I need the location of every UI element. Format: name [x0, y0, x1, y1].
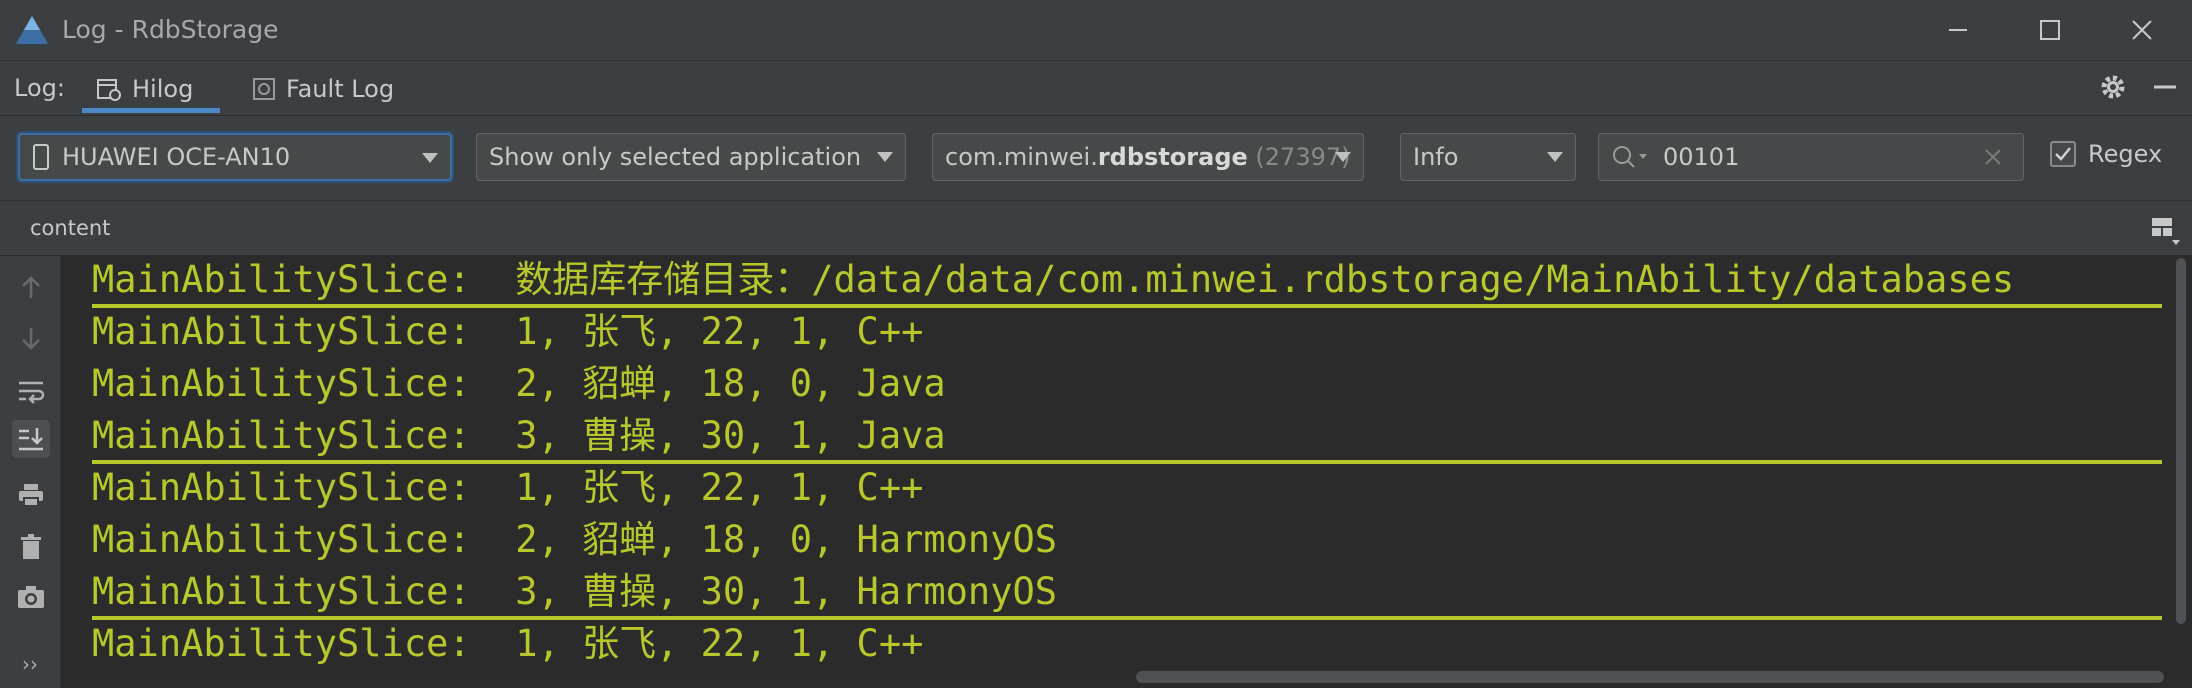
search-input[interactable]: 00101 [1598, 133, 2024, 181]
log-level-selector[interactable]: Info [1400, 133, 1576, 181]
camera-icon [18, 586, 44, 608]
horizontal-scroll-thumb[interactable] [1136, 671, 2164, 683]
log-line: MainAbilitySlice: 1, 张飞, 22, 1, C++ [92, 466, 924, 509]
scroll-to-end-icon [19, 428, 43, 451]
regex-label: Regex [2088, 140, 2163, 168]
log-separator [92, 616, 2162, 620]
more-tools-icon[interactable]: ›› [22, 652, 38, 676]
arrow-down-icon [22, 328, 40, 350]
regex-toggle[interactable]: Regex [2050, 140, 2162, 168]
search-icon [1613, 146, 1647, 168]
settings-button[interactable] [2098, 72, 2128, 106]
screenshot-button[interactable] [12, 578, 50, 616]
process-value: com.minwei.rdbstorage (27397) [945, 143, 1350, 171]
scroll-up-button[interactable] [12, 268, 50, 306]
layout-icon [2152, 218, 2180, 245]
printer-icon [19, 484, 43, 507]
column-layout-button[interactable] [2150, 214, 2182, 250]
log-line: MainAbilitySlice: 1, 张飞, 22, 1, C++ [92, 310, 924, 353]
log-line: MainAbilitySlice: 3, 曹操, 30, 1, HarmonyO… [92, 570, 1058, 613]
print-button[interactable] [12, 476, 50, 514]
column-header [0, 201, 2192, 256]
chevron-down-icon [1547, 152, 1563, 162]
log-level-value: Info [1413, 143, 1459, 171]
chevron-down-icon [1335, 152, 1351, 162]
process-selector[interactable]: com.minwei.rdbstorage (27397) [932, 133, 1364, 181]
app-filter-selector[interactable]: Show only selected application [476, 133, 906, 181]
tab-hilog[interactable]: Hilog [82, 64, 207, 114]
gear-icon [2101, 75, 2125, 99]
log-label: Log: [14, 74, 65, 102]
scroll-down-button[interactable] [12, 320, 50, 358]
phone-icon [33, 144, 49, 170]
maximize-icon [2040, 20, 2060, 40]
log-line: MainAbilitySlice: 2, 貂蝉, 18, 0, HarmonyO… [92, 518, 1058, 561]
close-icon [2132, 20, 2152, 40]
checkmark-icon [2055, 147, 2071, 161]
hide-panel-button[interactable] [2150, 72, 2180, 106]
search-value: 00101 [1663, 143, 1740, 171]
title-bar [0, 0, 2192, 61]
minimize-icon [1949, 29, 1967, 31]
column-content-header: content [30, 216, 111, 240]
device-name: HUAWEI OCE-AN10 [62, 143, 291, 171]
close-button[interactable] [2096, 0, 2188, 60]
log-separator [92, 460, 2162, 464]
window-title: Log - RdbStorage [62, 15, 279, 44]
active-tab-indicator [82, 108, 220, 113]
chevron-down-icon [422, 153, 438, 163]
vertical-scroll-thumb[interactable] [2176, 258, 2186, 624]
tab-fault-log-label: Fault Log [286, 75, 395, 103]
maximize-button[interactable] [2004, 0, 2096, 60]
minus-icon [2154, 85, 2176, 89]
scroll-to-end-button[interactable] [12, 420, 50, 458]
process-name: rdbstorage [1097, 143, 1248, 171]
log-line: MainAbilitySlice: 数据库存储目录：/data/data/com… [92, 258, 2015, 301]
log-separator [92, 304, 2162, 308]
clear-search-icon[interactable] [1983, 147, 2003, 167]
clear-log-button[interactable] [12, 528, 50, 566]
device-selector[interactable]: HUAWEI OCE-AN10 [18, 133, 452, 181]
soft-wrap-button[interactable] [12, 372, 50, 410]
regex-checkbox[interactable] [2050, 141, 2076, 167]
process-prefix: com.minwei. [945, 143, 1098, 171]
log-line: MainAbilitySlice: 2, 貂蝉, 18, 0, Java [92, 362, 946, 405]
fault-log-icon [253, 78, 275, 100]
log-line: MainAbilitySlice: 3, 曹操, 30, 1, Java [92, 414, 946, 457]
tab-hilog-label: Hilog [132, 75, 194, 103]
trash-icon [21, 534, 41, 559]
calendar-gear-icon [97, 79, 121, 101]
log-line: MainAbilitySlice: 1, 张飞, 22, 1, C++ [92, 622, 924, 665]
log-output[interactable]: MainAbilitySlice: 数据库存储目录：/data/data/com… [61, 256, 2172, 666]
app-filter-value: Show only selected application [489, 143, 862, 171]
minimize-button[interactable] [1912, 0, 2004, 60]
chevron-down-icon [877, 152, 893, 162]
app-logo-icon [16, 16, 48, 44]
tab-fault-log[interactable]: Fault Log [242, 64, 404, 114]
arrow-up-icon [22, 276, 40, 298]
wrap-icon [19, 381, 45, 404]
